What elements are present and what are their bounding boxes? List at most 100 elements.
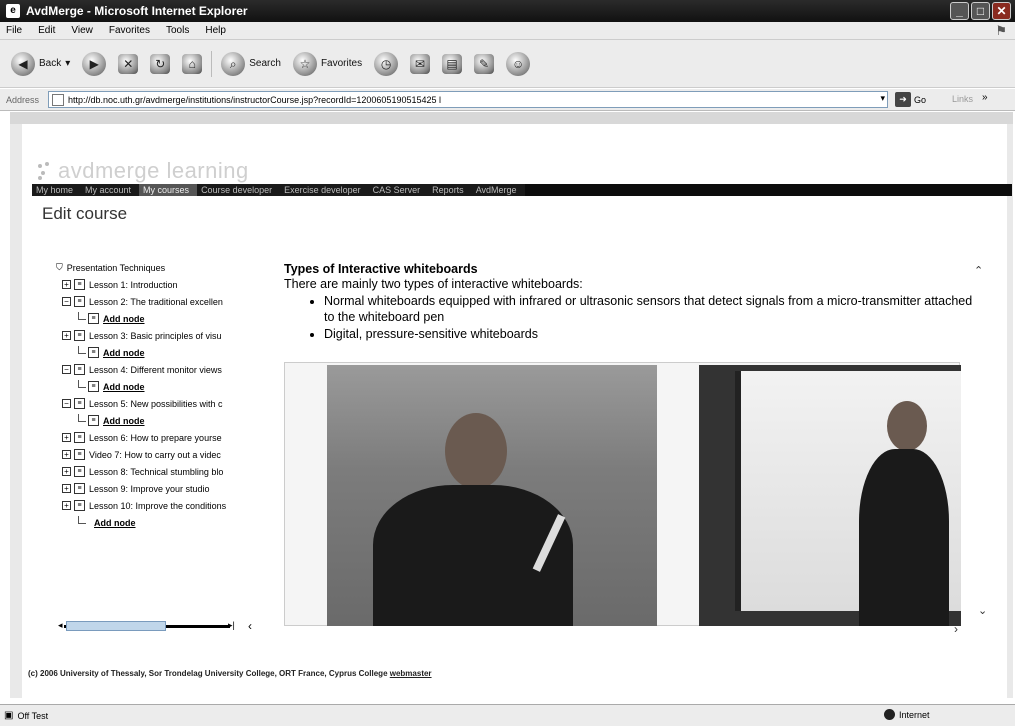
tree-node[interactable]: + ≡ Lesson 8: Technical stumbling blo — [62, 463, 262, 480]
expand-icon[interactable]: + — [62, 450, 71, 459]
history-button[interactable]: ◷ — [371, 49, 401, 79]
address-dropdown-icon[interactable]: ▾ — [880, 93, 885, 104]
maximize-button[interactable]: □ — [971, 2, 990, 20]
tree-node[interactable]: − ≡ Lesson 5: New possibilities with c — [62, 395, 262, 412]
scroll-right-icon[interactable]: ▸| — [228, 620, 235, 631]
mail-button[interactable]: ✉ — [407, 49, 433, 79]
nav-cas-server[interactable]: CAS Server — [369, 184, 429, 196]
title-bar: e AvdMerge - Microsoft Internet Explorer… — [0, 0, 1015, 22]
nav-course-developer[interactable]: Course developer — [197, 184, 280, 196]
add-node-item[interactable]: ≡Add node — [78, 514, 262, 531]
add-node-item[interactable]: ≡Add node — [78, 378, 262, 395]
mail-icon: ✉ — [410, 53, 431, 74]
add-node-item[interactable]: ≡Add node — [78, 344, 262, 361]
nav-my-home[interactable]: My home — [32, 184, 81, 196]
scroll-left-icon[interactable]: ◂ — [58, 620, 63, 631]
tree-node[interactable]: + ≡ Video 7: How to carry out a videc — [62, 446, 262, 463]
tree-horizontal-scrollbar[interactable]: ◂ ▸| ‹ — [58, 619, 258, 633]
expand-icon[interactable]: + — [62, 501, 71, 510]
go-button[interactable]: ➜ Go — [895, 92, 926, 107]
menu-view[interactable]: View — [71, 25, 93, 36]
nav-my-courses[interactable]: My courses — [139, 184, 198, 196]
document-icon: ≡ — [74, 279, 85, 290]
collapse-icon[interactable]: − — [62, 399, 71, 408]
edit-button[interactable]: ✎ — [471, 49, 497, 79]
address-url: http://db.noc.uth.gr/avdmerge/institutio… — [68, 94, 441, 105]
document-icon: ≡ — [74, 364, 85, 375]
document-icon: ≡ — [74, 296, 85, 307]
add-node-link[interactable]: Add node — [94, 518, 136, 528]
lesson-content: Types of Interactive whiteboards There a… — [284, 262, 984, 626]
address-input[interactable]: http://db.noc.uth.gr/avdmerge/institutio… — [48, 91, 888, 108]
menu-bar: File Edit View Favorites Tools Help ⚑ — [0, 22, 1015, 40]
tree-node[interactable]: + ≡ Lesson 10: Improve the conditions — [62, 497, 262, 514]
tree-node[interactable]: − ≡ Lesson 2: The traditional excellen — [62, 293, 262, 310]
menu-favorites[interactable]: Favorites — [109, 25, 150, 36]
nav-my-account[interactable]: My account — [81, 184, 139, 196]
tree-node[interactable]: + ≡ Lesson 1: Introduction — [62, 276, 262, 293]
menu-file[interactable]: File — [6, 25, 22, 36]
add-node-link[interactable]: Add node — [103, 314, 145, 324]
tree-node-label: Video 7: How to carry out a videc — [89, 449, 221, 460]
menu-help[interactable]: Help — [205, 25, 226, 36]
scroll-right-icon[interactable]: › — [954, 622, 958, 636]
menu-tools[interactable]: Tools — [166, 25, 189, 36]
address-label: Address — [6, 94, 40, 105]
messenger-icon: ☺ — [506, 51, 531, 76]
history-icon: ◷ — [374, 51, 399, 76]
tree-node[interactable]: + ≡ Lesson 3: Basic principles of visu — [62, 327, 262, 344]
collapse-icon[interactable]: − — [62, 297, 71, 306]
expand-icon[interactable]: + — [62, 467, 71, 476]
add-node-link[interactable]: Add node — [103, 382, 145, 392]
expand-icon[interactable]: + — [62, 433, 71, 442]
chevron-right-icon[interactable]: » — [982, 92, 988, 103]
print-button[interactable]: ▤ — [439, 49, 465, 79]
page: avdmerge learning My home My account My … — [22, 124, 1012, 698]
nav-avdmerge[interactable]: AvdMerge — [472, 184, 525, 196]
add-node-item[interactable]: ≡Add node — [78, 412, 262, 429]
scroll-down-icon[interactable]: ⌄ — [978, 604, 987, 617]
close-button[interactable]: ✕ — [992, 2, 1011, 20]
add-node-item[interactable]: ≡Add node — [78, 310, 262, 327]
nav-exercise-developer[interactable]: Exercise developer — [280, 184, 369, 196]
back-button[interactable]: ◀ Back ▾ — [8, 49, 73, 79]
scroll-up-icon[interactable]: ⌃ — [974, 264, 983, 277]
search-button[interactable]: ⌕ Search — [218, 49, 284, 79]
collapse-icon[interactable]: − — [62, 365, 71, 374]
tree-node[interactable]: + ≡ Lesson 6: How to prepare yourse — [62, 429, 262, 446]
whiteboard-photos — [284, 362, 961, 626]
webmaster-link[interactable]: webmaster — [390, 669, 432, 678]
tree-node-label: Lesson 6: How to prepare yourse — [89, 432, 222, 443]
scroll-thumb[interactable] — [66, 621, 166, 631]
tree-node[interactable]: + ≡ Lesson 9: Improve your studio — [62, 480, 262, 497]
expand-icon[interactable]: + — [62, 280, 71, 289]
nav-reports[interactable]: Reports — [428, 184, 472, 196]
add-node-link[interactable]: Add node — [103, 416, 145, 426]
tree-node[interactable]: − ≡ Lesson 4: Different monitor views — [62, 361, 262, 378]
chevron-left-icon[interactable]: ‹ — [248, 619, 252, 633]
expand-icon[interactable]: + — [62, 484, 71, 493]
page-top-band — [10, 112, 1013, 124]
home-button[interactable]: ⌂ — [179, 49, 205, 79]
window-title: AvdMerge - Microsoft Internet Explorer — [26, 4, 248, 18]
content-bullet: Digital, pressure-sensitive whiteboards — [324, 326, 984, 342]
refresh-button[interactable]: ↻ — [147, 49, 173, 79]
menu-edit[interactable]: Edit — [38, 25, 55, 36]
add-node-link[interactable]: Add node — [103, 348, 145, 358]
links-label[interactable]: Links — [952, 94, 973, 104]
content-heading: Types of Interactive whiteboards — [284, 262, 478, 276]
minimize-button[interactable]: _ — [950, 2, 969, 20]
tree-root[interactable]: ⛉ Presentation Techniques — [56, 259, 262, 276]
print-icon: ▤ — [442, 53, 463, 74]
content-bullets: Normal whiteboards equipped with infrare… — [324, 293, 984, 342]
site-logo[interactable]: avdmerge learning — [38, 158, 249, 184]
messenger-button[interactable]: ☺ — [503, 49, 533, 79]
expand-icon[interactable]: + — [62, 331, 71, 340]
tree-node-label: Lesson 2: The traditional excellen — [89, 296, 223, 307]
stop-button[interactable]: ✕ — [115, 49, 141, 79]
browser-viewport: avdmerge learning My home My account My … — [10, 112, 1013, 698]
home-icon: ⌂ — [182, 53, 203, 74]
favorites-button[interactable]: ☆ Favorites — [290, 49, 365, 79]
windows-logo-icon: ⚑ — [995, 23, 1007, 38]
forward-button[interactable]: ▶ — [79, 49, 109, 79]
